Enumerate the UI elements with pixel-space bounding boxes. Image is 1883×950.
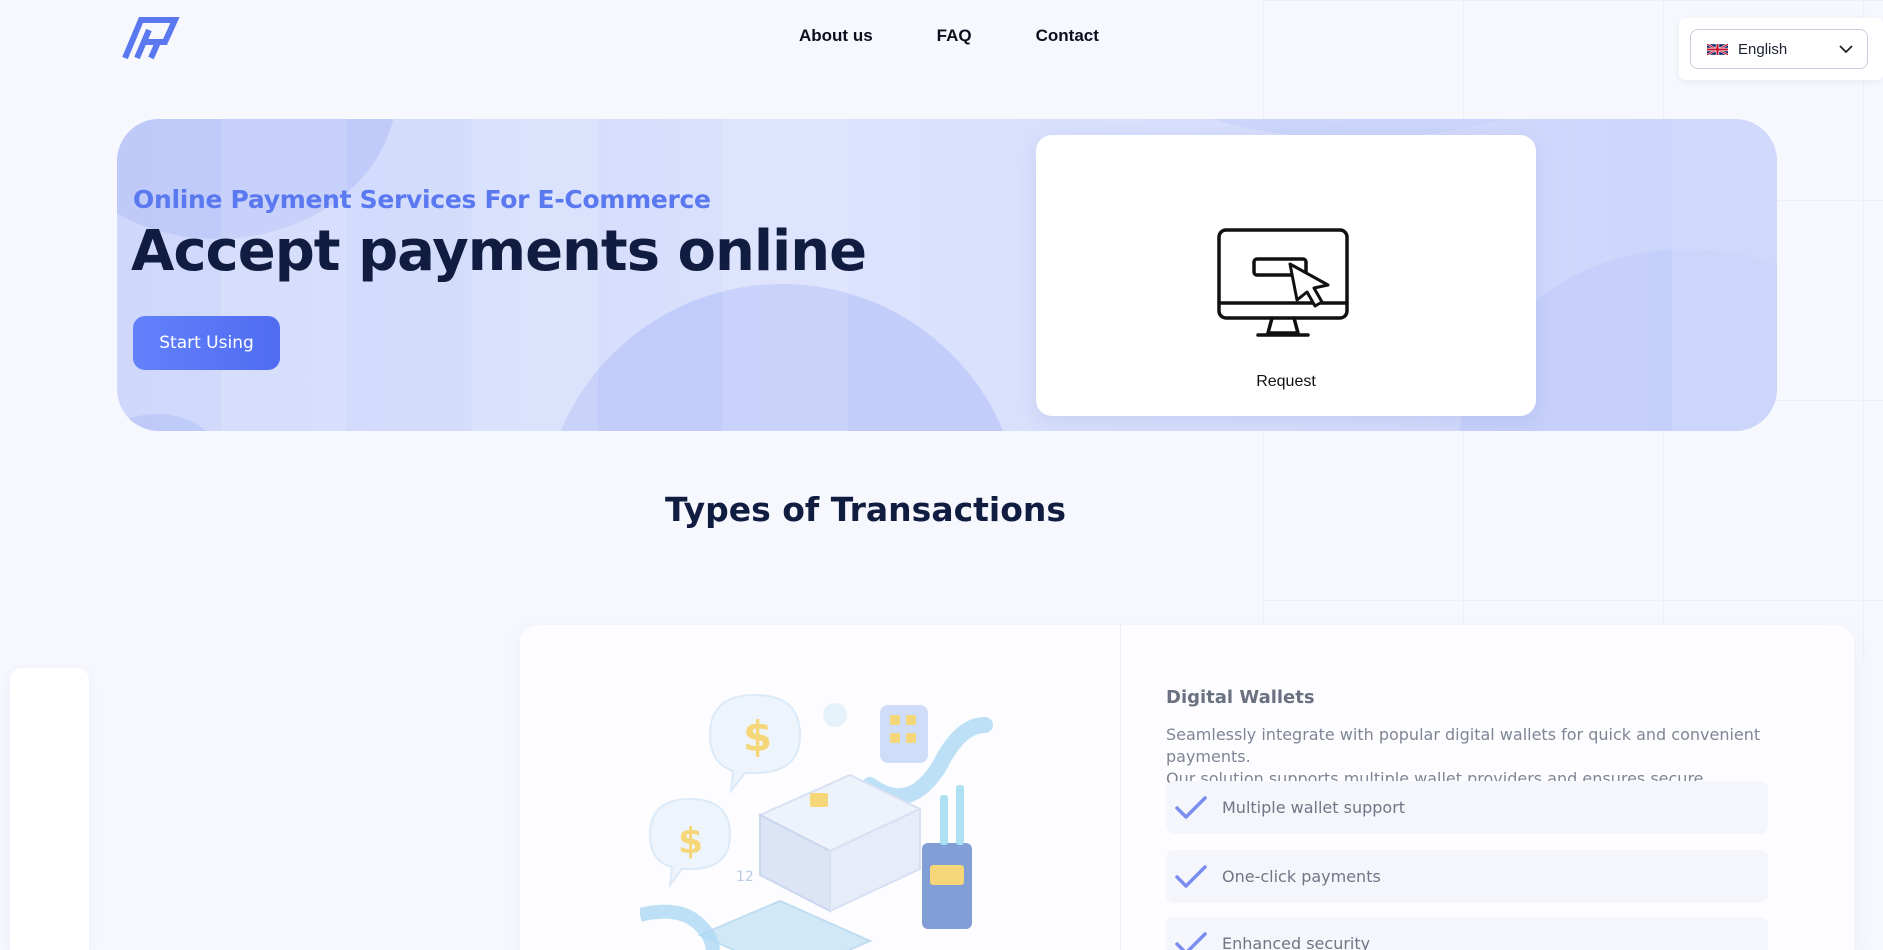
feature-label: Multiple wallet support [1222, 798, 1406, 817]
wallet-illustration: $ $ 12 [640, 693, 993, 950]
checkmark-icon [1175, 795, 1207, 819]
feature-label: Enhanced security [1222, 934, 1371, 950]
start-using-button[interactable]: Start Using [133, 316, 280, 370]
svg-text:12: 12 [736, 869, 754, 885]
checkmark-icon [1175, 931, 1207, 950]
hero-banner: Online Payment Services For E-Commerce A… [117, 119, 1777, 431]
svg-text:$: $ [743, 712, 772, 761]
request-label: Request [1256, 373, 1316, 390]
transaction-card-prev[interactable] [10, 668, 89, 950]
transaction-card: $ $ 12 Digital Wallets Seamlessly integr… [520, 625, 1854, 950]
hero-tile [1672, 119, 1777, 431]
hero-subtitle: Online Payment Services For E-Commerce [133, 185, 711, 214]
feature-item: Multiple wallet support [1166, 781, 1768, 834]
language-panel: English [1679, 18, 1883, 80]
logo-icon[interactable] [121, 16, 181, 60]
hero-title: Accept payments online [131, 219, 867, 284]
feature-item: Enhanced security [1166, 917, 1768, 950]
uk-flag-icon [1707, 42, 1728, 56]
transaction-title: Digital Wallets [1166, 687, 1315, 708]
description-line-1: Seamlessly integrate with popular digita… [1166, 725, 1761, 766]
feature-label: One-click payments [1222, 867, 1381, 886]
hero-decoration [117, 414, 217, 431]
request-card[interactable]: Request [1036, 135, 1536, 416]
nav-faq[interactable]: FAQ [937, 26, 972, 46]
chevron-down-icon [1839, 44, 1853, 53]
nav-about-us[interactable]: About us [799, 26, 873, 46]
nav-contact[interactable]: Contact [1036, 26, 1099, 46]
section-title: Types of Transactions [665, 490, 1067, 529]
monitor-click-icon [1217, 228, 1349, 337]
language-select[interactable]: English [1690, 29, 1868, 69]
card-divider [1120, 625, 1121, 950]
main-nav: About us FAQ Contact [799, 26, 1099, 46]
svg-text:$: $ [678, 821, 703, 862]
feature-item: One-click payments [1166, 850, 1768, 903]
checkmark-icon [1175, 864, 1207, 888]
language-label: English [1738, 40, 1788, 58]
